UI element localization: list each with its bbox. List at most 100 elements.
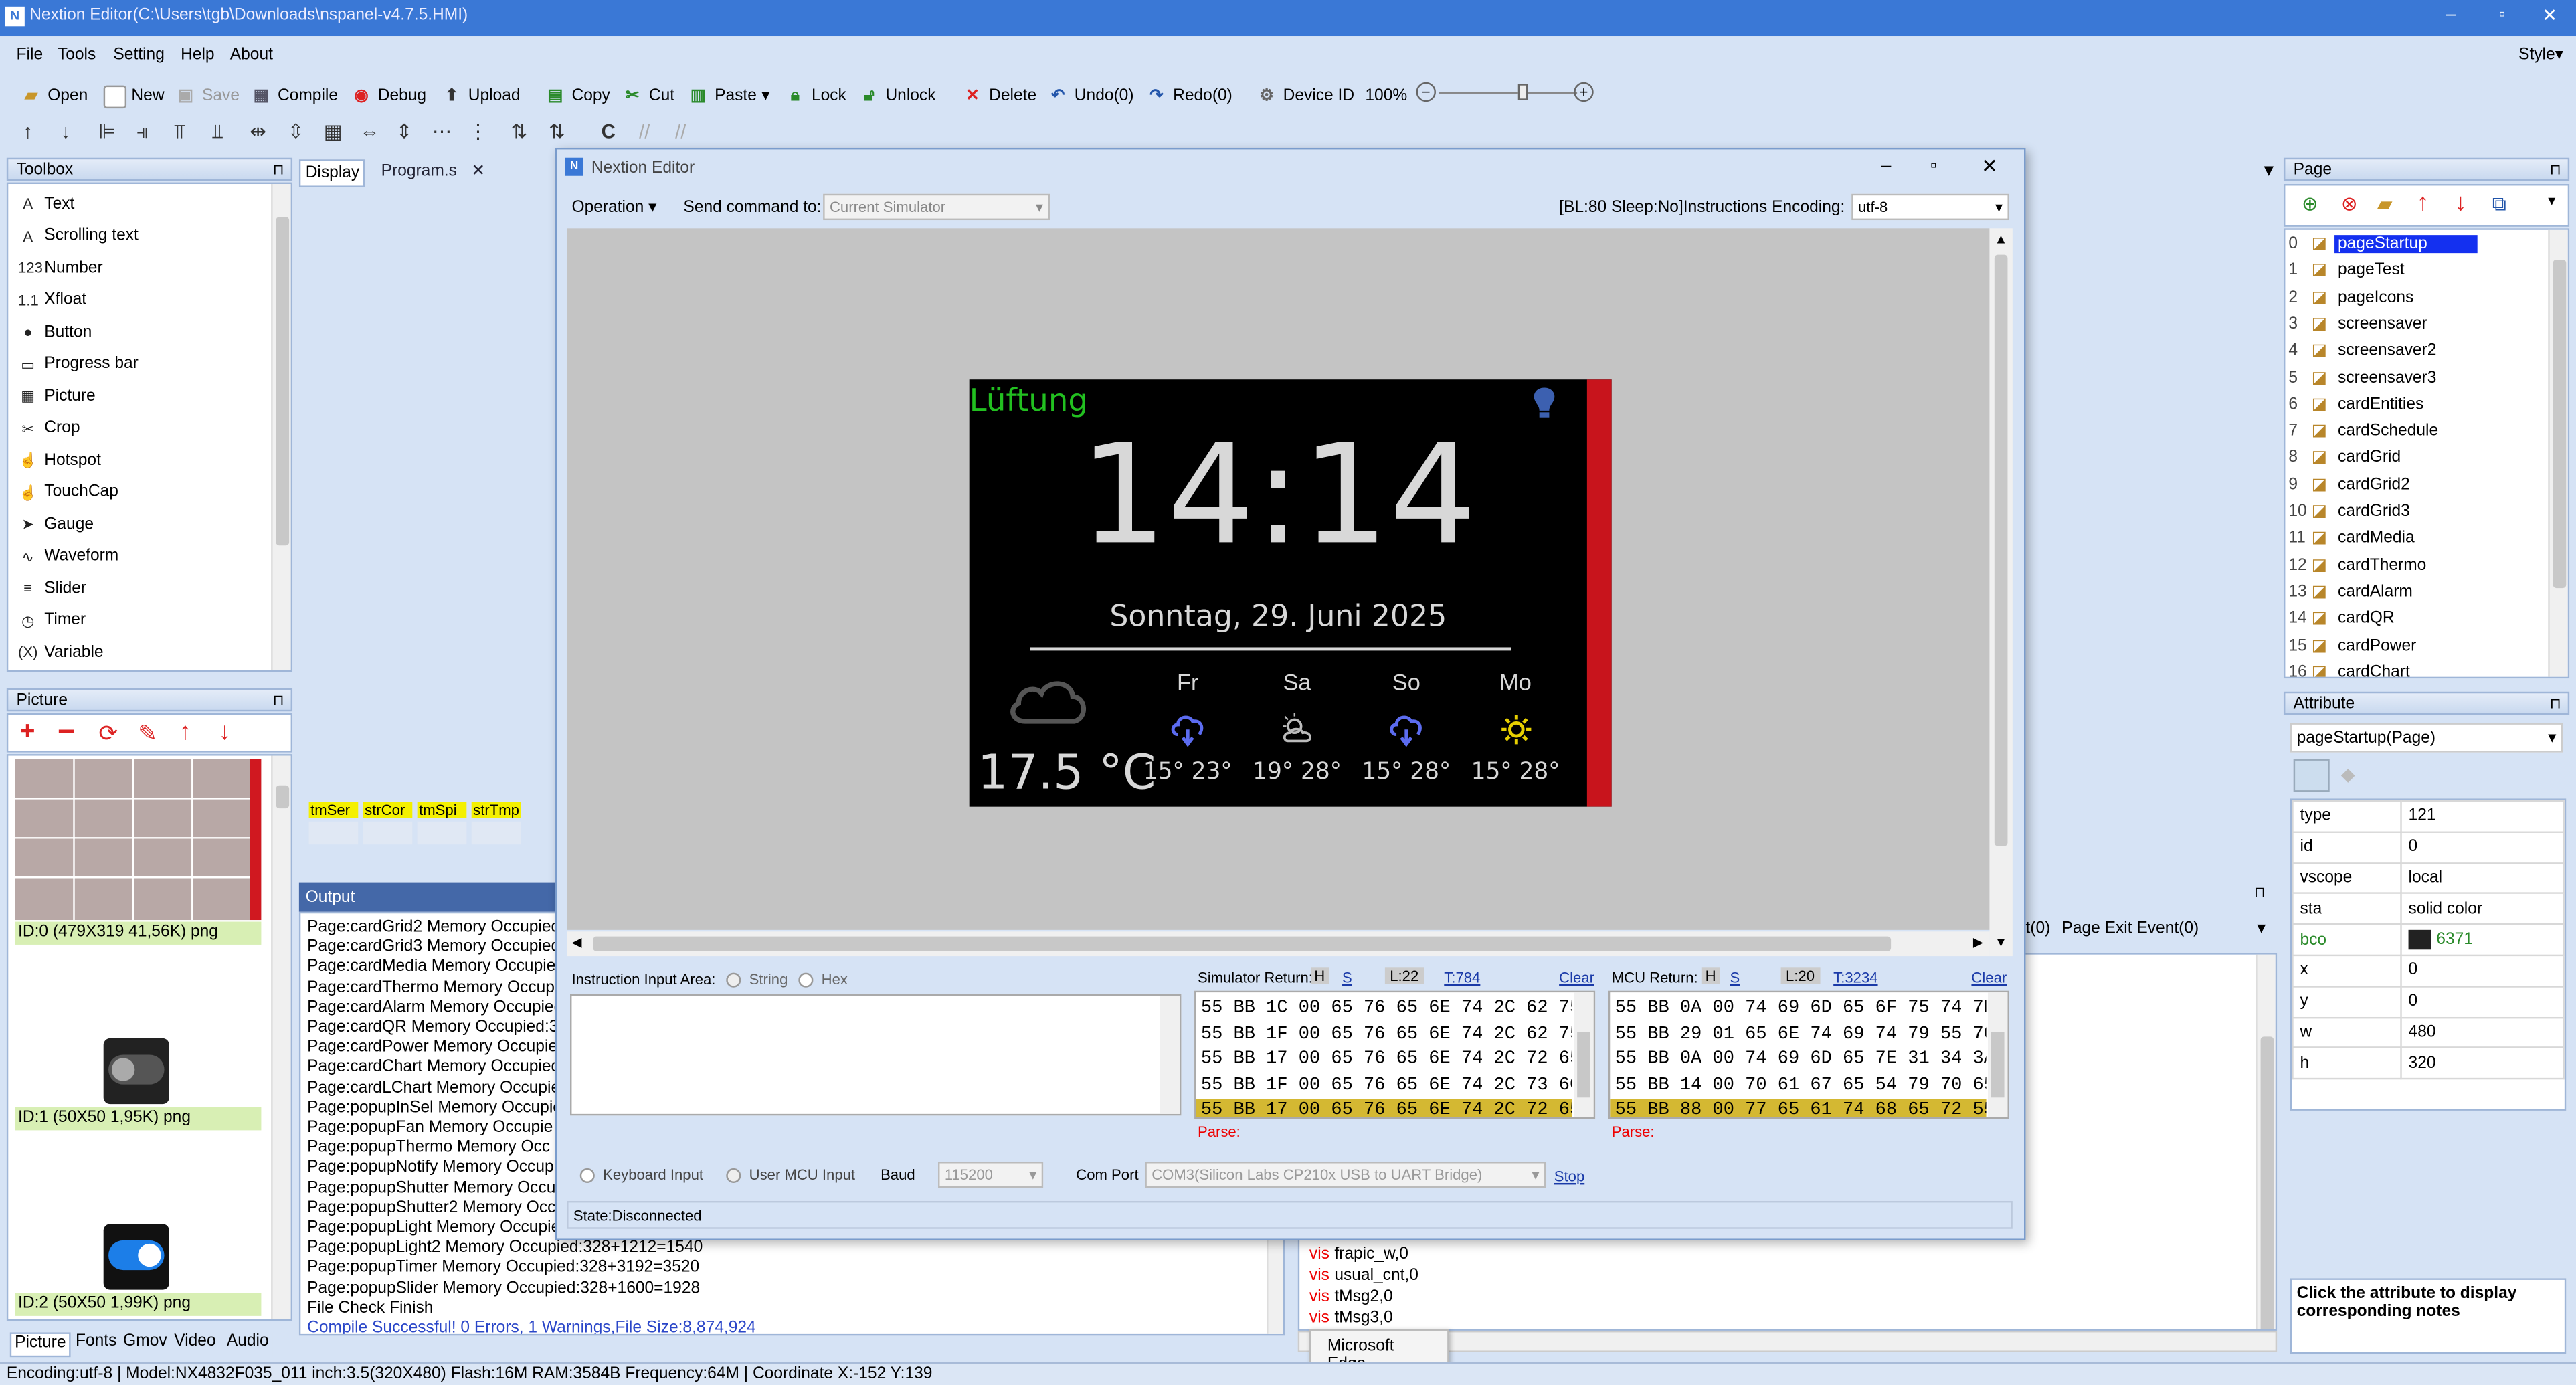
instruction-input[interactable] xyxy=(570,994,1182,1116)
mcu-hex-toggle[interactable]: H xyxy=(1701,967,1720,984)
bottom-tab-fonts[interactable]: Fonts xyxy=(72,1332,120,1358)
menu-setting[interactable]: Setting xyxy=(113,46,164,64)
align-bottom-icon[interactable]: ⫫ xyxy=(212,120,223,145)
delete-page-icon[interactable]: ⊗ xyxy=(2341,192,2358,215)
pin-icon[interactable]: ⊓ xyxy=(2550,159,2561,181)
attribute-value[interactable]: 0 xyxy=(2400,985,2565,1018)
code-line[interactable]: vis tMsg3,0 xyxy=(1309,1308,1418,1329)
debug-button[interactable]: ◉ Debug xyxy=(350,82,426,110)
attribute-value[interactable]: solid color xyxy=(2400,893,2565,925)
picture-thumb-2[interactable] xyxy=(103,1224,169,1290)
redo-button[interactable]: ↷ Redo(0) xyxy=(1145,82,1232,110)
page-item-cardSchedule[interactable]: 7 ◪ cardSchedule xyxy=(2288,419,2543,445)
zoom-in-icon[interactable]: + xyxy=(1574,82,1594,102)
new-button[interactable]: New xyxy=(103,82,165,110)
code-scrollbar[interactable] xyxy=(2256,954,2276,1329)
page-item-pageTest[interactable]: 1 ◪ pageTest xyxy=(2288,258,2543,284)
maximize-window-button[interactable]: ▫ xyxy=(2486,5,2518,24)
attribute-value[interactable]: 0 xyxy=(2400,831,2565,864)
close-tab-icon[interactable]: ✕ xyxy=(471,163,485,181)
stop-link[interactable]: Stop xyxy=(1554,1168,1584,1185)
toolbox-item-crop[interactable]: ✂ Crop xyxy=(18,418,80,438)
scroll-left-icon[interactable]: ◀ xyxy=(571,935,581,949)
simulator-hscroll-thumb[interactable] xyxy=(593,936,1892,951)
edit-picture-icon[interactable]: ✎ xyxy=(138,720,157,748)
page-item-cardMedia[interactable]: 11 ◪ cardMedia xyxy=(2288,526,2543,552)
simulator-vscroll-thumb[interactable] xyxy=(1994,254,2008,846)
pin-icon[interactable]: ⊓ xyxy=(273,159,284,181)
align-top-icon[interactable]: ⫪ xyxy=(174,120,185,145)
attribute-row-sta[interactable]: sta solid color xyxy=(2292,893,2565,925)
toolbox-item-variable[interactable]: (X) Variable xyxy=(18,642,104,662)
simulator-vscrollbar[interactable]: ▲ ▼ xyxy=(1989,228,2013,957)
sort-attributes-icon[interactable] xyxy=(2293,759,2330,792)
attribute-value[interactable]: 0 xyxy=(2400,954,2565,988)
align-left-icon[interactable]: ⊫ xyxy=(98,120,116,143)
page-scroll-thumb[interactable] xyxy=(2553,259,2567,589)
panel-dropdown-icon[interactable]: ▼ xyxy=(2261,163,2277,181)
string-radio[interactable] xyxy=(726,972,741,988)
picture-scrollbar[interactable] xyxy=(271,755,291,1319)
delete-button[interactable]: ✕ Delete xyxy=(961,82,1036,110)
replace-picture-icon[interactable]: ⟳ xyxy=(98,720,118,748)
style-menu[interactable]: Style▾ xyxy=(2518,46,2563,64)
spacing-icon[interactable]: ⇅ xyxy=(511,120,528,143)
attribute-value[interactable]: 320 xyxy=(2400,1047,2565,1080)
encoding-select[interactable]: utf-8 ▾ xyxy=(1851,193,2009,221)
toolbox-item-waveform[interactable]: ∿ Waveform xyxy=(18,546,118,565)
toolbox-item-number[interactable]: 123 Number xyxy=(18,258,103,278)
event-tab-label[interactable]: t(0) xyxy=(2025,920,2050,938)
toolbox-item-button[interactable]: ● Button xyxy=(18,322,92,341)
toolbox-item-touchcap[interactable]: ☝ TouchCap xyxy=(18,482,118,502)
unlock-button[interactable]: 🔓︎ Unlock xyxy=(858,82,936,110)
pin-icon[interactable]: ⊓ xyxy=(2254,884,2266,902)
move-down-icon[interactable]: ↓ xyxy=(61,120,71,143)
timer-component-3[interactable]: strTmp xyxy=(471,802,521,818)
operation-menu[interactable]: Operation ▾ xyxy=(571,199,656,217)
move-page-down-icon[interactable]: ↓ xyxy=(2454,189,2466,217)
sim-minimize-button[interactable]: – xyxy=(1881,156,1891,175)
minimize-window-button[interactable]: – xyxy=(2435,5,2468,24)
move-page-up-icon[interactable]: ↑ xyxy=(2417,189,2429,217)
toolbox-item-slider[interactable]: ≡ Slider xyxy=(18,578,86,597)
sim-close-button[interactable]: ✕ xyxy=(1981,155,1998,177)
attribute-row-y[interactable]: y0 xyxy=(2292,985,2565,1018)
sim-hex-toggle[interactable]: H xyxy=(1311,967,1329,984)
undo-button[interactable]: ↶ Undo(0) xyxy=(1046,82,1134,110)
same-width-icon[interactable]: ⇔ xyxy=(360,120,379,143)
distribute-horizontal-icon[interactable]: ⋯ xyxy=(432,120,452,143)
toolbox-item-picture[interactable]: ▦ Picture xyxy=(18,386,96,405)
mcu-clear-link[interactable]: Clear xyxy=(1971,970,2007,986)
add-page-icon[interactable]: ⊕ xyxy=(2302,192,2318,215)
picture-scroll-thumb[interactable] xyxy=(276,785,290,809)
page-item-cardEntities[interactable]: 6 ◪ cardEntities xyxy=(2288,392,2543,418)
timer-component-1[interactable]: strCor xyxy=(363,802,413,818)
close-window-button[interactable]: ✕ xyxy=(2533,5,2566,26)
send-command-select[interactable]: Current Simulator ▾ xyxy=(823,193,1050,221)
bottom-tab-picture[interactable]: Picture xyxy=(9,1332,71,1358)
open-button[interactable]: ▰ Open xyxy=(19,82,88,110)
attribute-row-type[interactable]: type 121 xyxy=(2292,800,2565,833)
import-page-icon[interactable]: ▰ xyxy=(2377,192,2393,215)
toolbox-scroll-thumb[interactable] xyxy=(276,217,290,546)
event-dropdown-icon[interactable]: ▼ xyxy=(2254,920,2269,937)
page-item-cardPower[interactable]: 15 ◪ cardPower xyxy=(2288,634,2543,660)
copy-page-icon[interactable]: ⧉ xyxy=(2492,192,2506,217)
scroll-up-icon[interactable]: ▲ xyxy=(1995,232,2007,246)
toolbox-item-scrolling-text[interactable]: A Scrolling text xyxy=(18,226,139,246)
com-port-select[interactable]: COM3(Silicon Labs CP210x USB to UART Bri… xyxy=(1145,1162,1546,1188)
timer-component-2[interactable]: tmSpi xyxy=(417,802,467,818)
nextion-lcd-display[interactable]: Lüftung 14:14 Sonntag, 29. Juni 2025 17.… xyxy=(969,379,1612,807)
mcu-input-radio[interactable] xyxy=(726,1168,741,1183)
code-line[interactable]: vis usual_cnt,0 xyxy=(1309,1265,1418,1287)
copy-button[interactable]: ▤ Copy xyxy=(544,82,610,110)
attribute-row-vscope[interactable]: vscope local xyxy=(2292,862,2565,895)
sim-return-scrollbar[interactable] xyxy=(1574,992,1594,1117)
same-height-icon[interactable]: ⇕ xyxy=(396,120,413,143)
code-line[interactable]: vis frapic_w,0 xyxy=(1309,1244,1418,1265)
scroll-down-icon[interactable]: ▼ xyxy=(1995,935,2007,949)
lock-button[interactable]: 🔒︎ Lock xyxy=(784,82,846,110)
align-right-icon[interactable]: ⫣ xyxy=(136,120,149,145)
attribute-selector[interactable]: pageStartup(Page) ▾ xyxy=(2290,723,2563,753)
toolbox-scrollbar[interactable] xyxy=(271,184,291,670)
